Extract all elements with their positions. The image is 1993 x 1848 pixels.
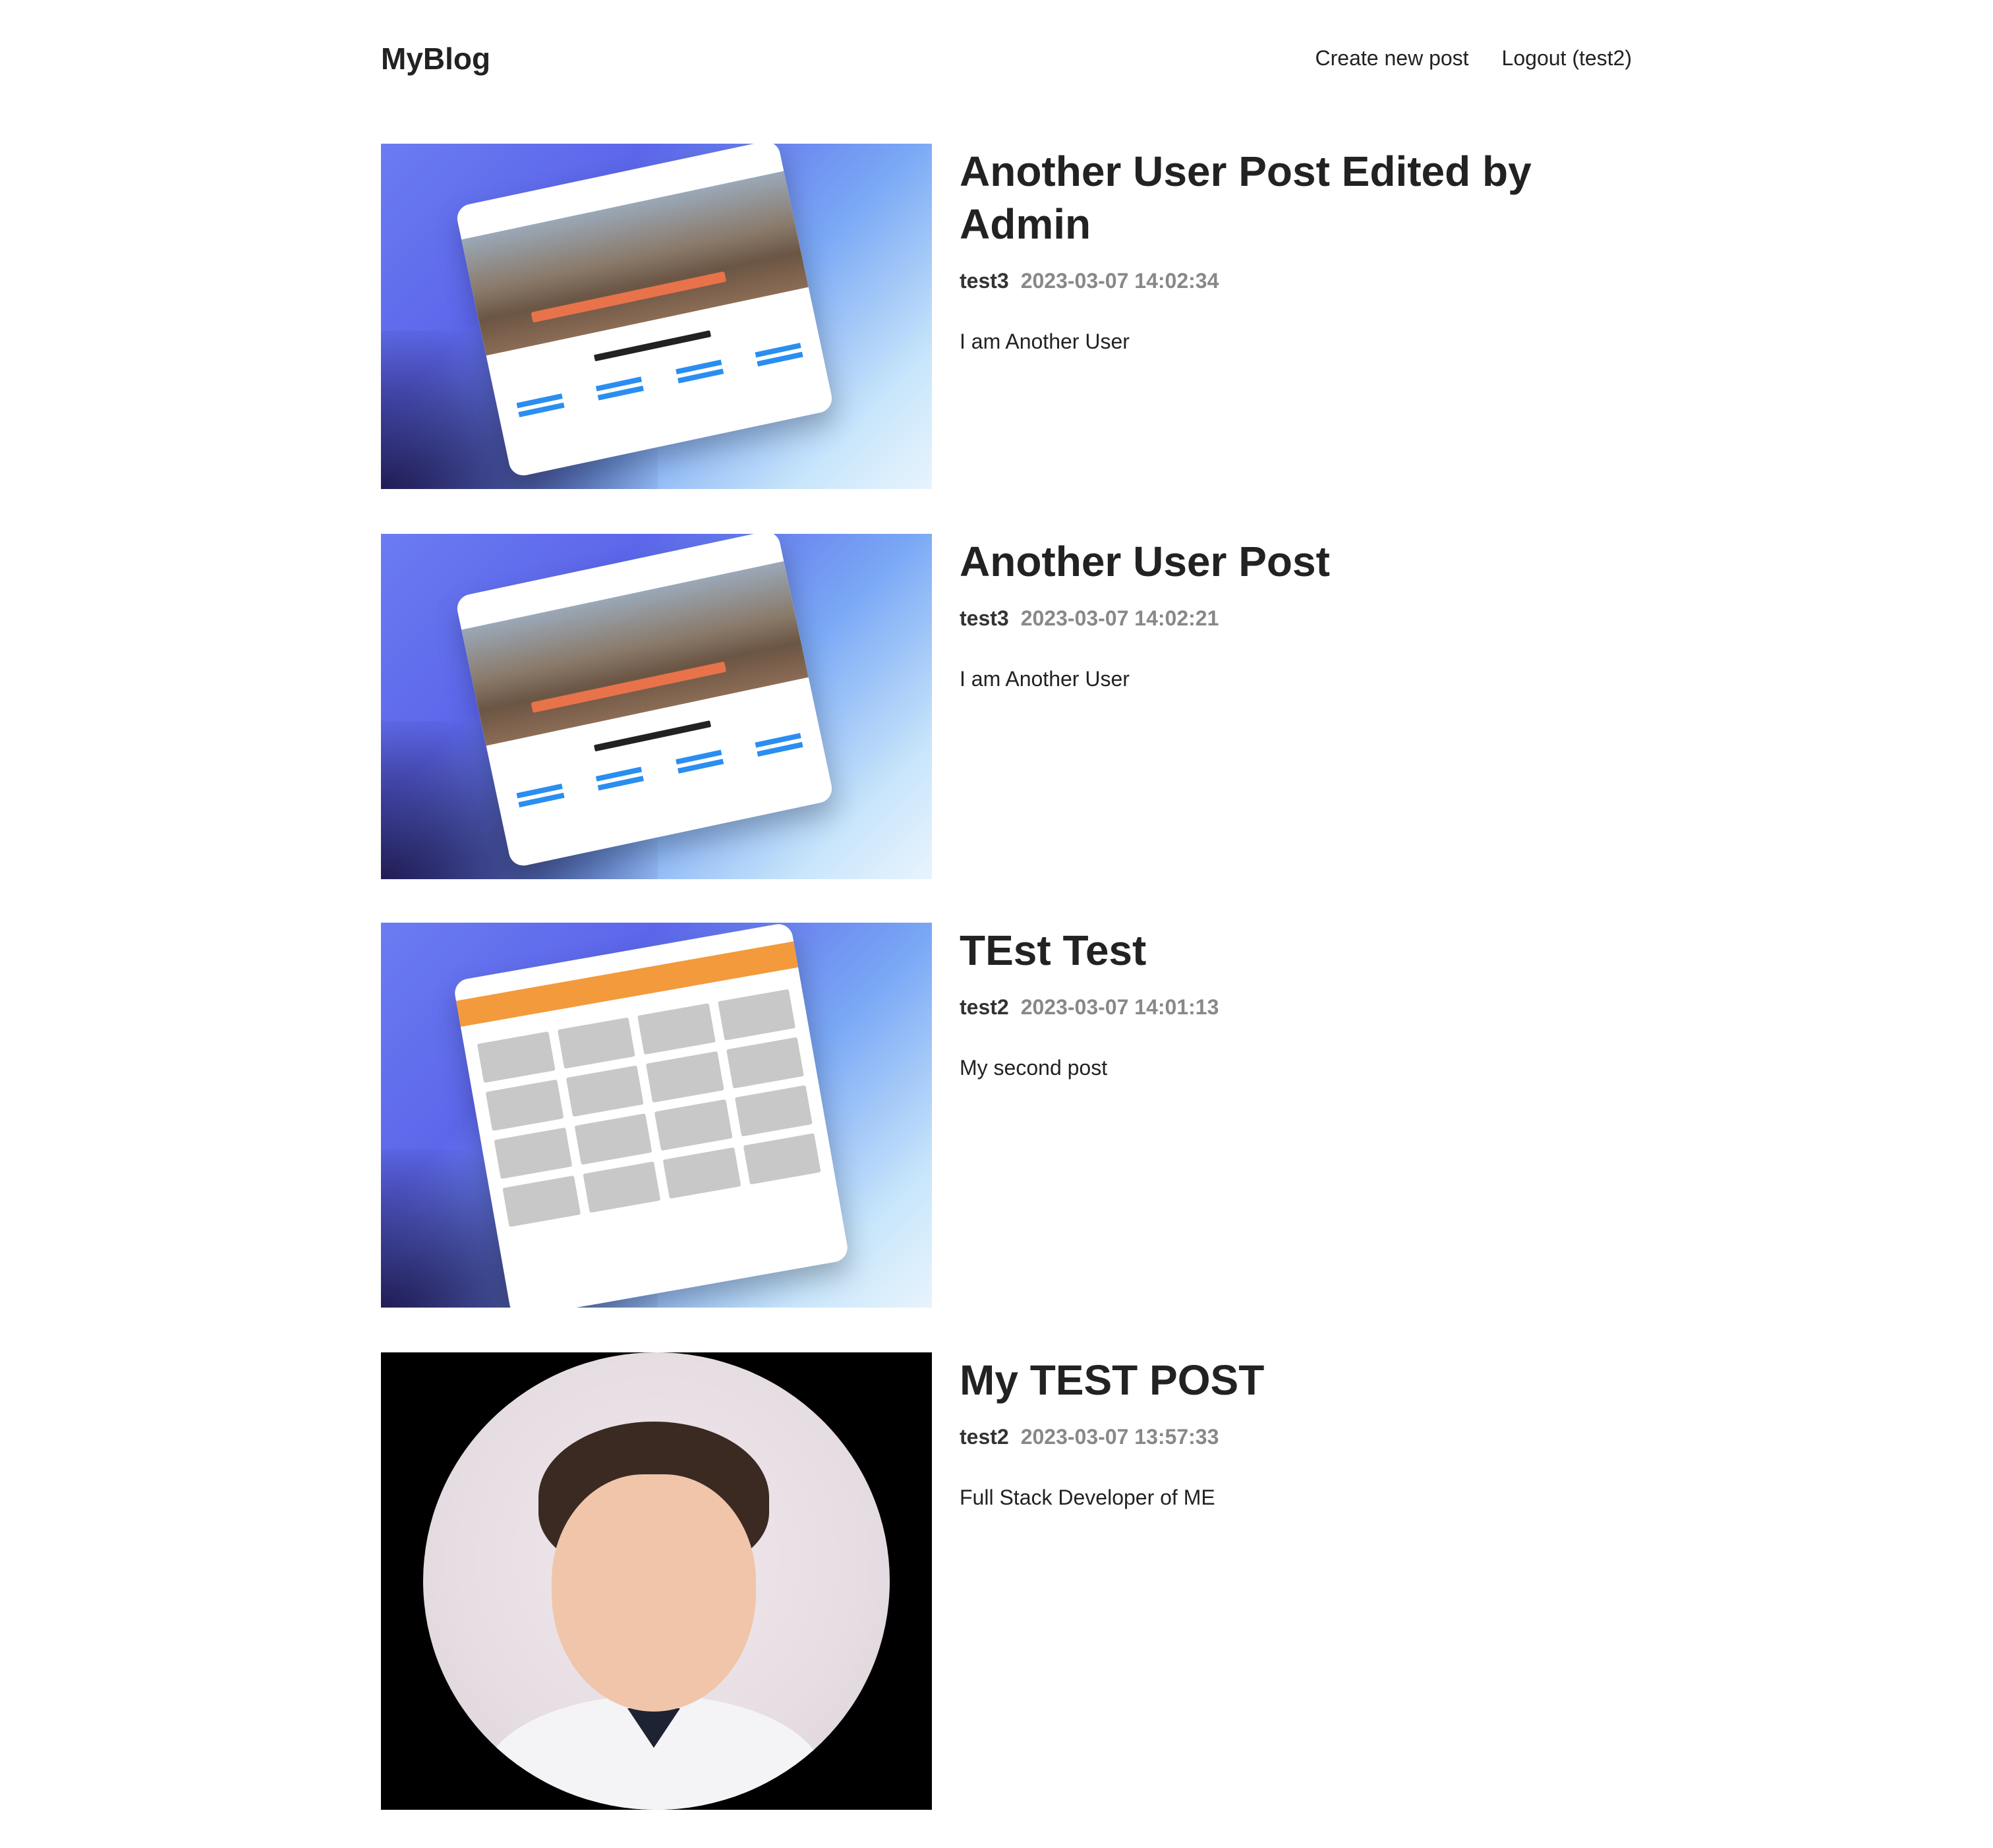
post-meta: test3 2023-03-07 14:02:34 <box>960 268 1632 294</box>
post-summary: My second post <box>960 1056 1108 1080</box>
page-container: MyBlog Create new post Logout (test2) An… <box>381 0 1632 1848</box>
post-time: 2023-03-07 14:02:21 <box>1020 606 1219 630</box>
post-image[interactable] <box>381 534 932 879</box>
post-summary: I am Another User <box>960 667 1130 691</box>
post-image[interactable] <box>381 144 932 489</box>
logout-link[interactable]: Logout (test2) <box>1502 46 1632 71</box>
post-image[interactable] <box>381 923 932 1308</box>
post-author[interactable]: test2 <box>960 995 1009 1019</box>
post-time: 2023-03-07 13:57:33 <box>1020 1425 1219 1449</box>
post-author[interactable]: test3 <box>960 269 1009 293</box>
site-logo[interactable]: MyBlog <box>381 41 490 76</box>
post-title[interactable]: My TEST POST <box>960 1354 1632 1406</box>
post-meta: test2 2023-03-07 13:57:33 <box>960 1424 1632 1450</box>
post-author[interactable]: test2 <box>960 1425 1009 1449</box>
post-summary: I am Another User <box>960 330 1130 353</box>
post-item: TEst Test test2 2023-03-07 14:01:13 My se… <box>381 923 1632 1308</box>
post-content: My TEST POST test2 2023-03-07 13:57:33 Fu… <box>960 1352 1632 1511</box>
header-nav: Create new post Logout (test2) <box>1315 46 1632 71</box>
post-content: Another User Post Edited by Admin test3 2… <box>960 144 1632 355</box>
post-item: My TEST POST test2 2023-03-07 13:57:33 Fu… <box>381 1352 1632 1810</box>
post-title[interactable]: Another User Post <box>960 535 1632 588</box>
post-title[interactable]: Another User Post Edited by Admin <box>960 145 1632 250</box>
site-header: MyBlog Create new post Logout (test2) <box>381 38 1632 80</box>
post-time: 2023-03-07 14:02:34 <box>1020 269 1219 293</box>
post-title[interactable]: TEst Test <box>960 924 1632 977</box>
profile-photo-image <box>423 1352 890 1810</box>
post-image[interactable] <box>381 1352 932 1810</box>
post-content: TEst Test test2 2023-03-07 14:01:13 My se… <box>960 923 1632 1081</box>
post-meta: test2 2023-03-07 14:01:13 <box>960 994 1632 1020</box>
website-screenshot-image <box>452 923 850 1308</box>
post-summary: Full Stack Developer of ME <box>960 1486 1215 1509</box>
post-item: Another User Post test3 2023-03-07 14:02:… <box>381 534 1632 879</box>
create-post-link[interactable]: Create new post <box>1315 46 1469 71</box>
post-author[interactable]: test3 <box>960 606 1009 630</box>
post-time: 2023-03-07 14:01:13 <box>1020 995 1219 1019</box>
post-item: Another User Post Edited by Admin test3 2… <box>381 144 1632 489</box>
post-meta: test3 2023-03-07 14:02:21 <box>960 605 1632 631</box>
post-content: Another User Post test3 2023-03-07 14:02:… <box>960 534 1632 692</box>
